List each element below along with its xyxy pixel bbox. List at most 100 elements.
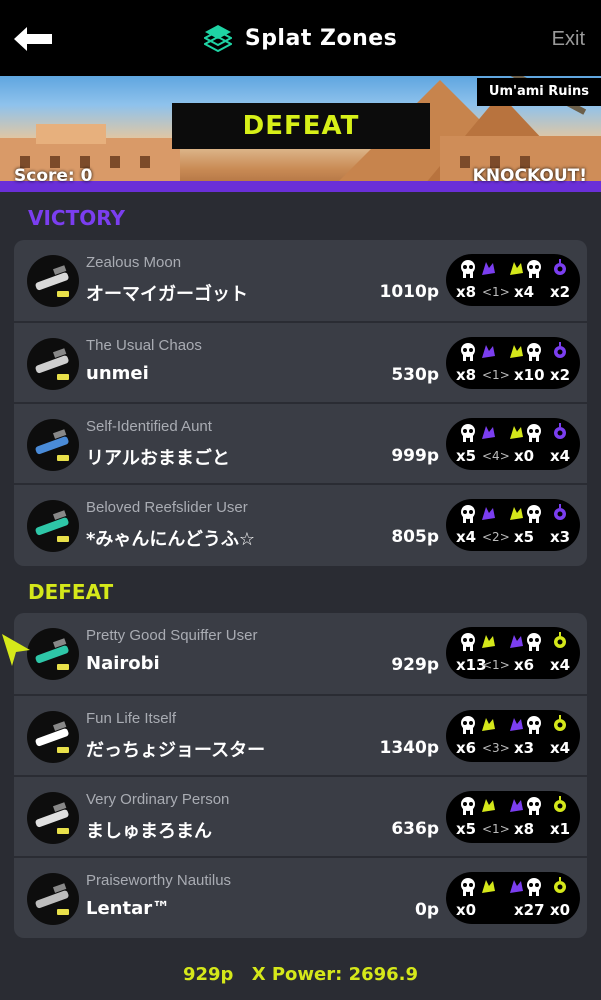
player-row[interactable]: Praiseworthy Nautilus Lentar™ 0p x0 x27 x0 [14,856,587,937]
player-title: Very Ordinary Person [86,791,230,808]
death-count: x0 [514,447,535,465]
kill-squid-icon [458,632,478,652]
assist-count: <1> [482,368,510,382]
death-squid-icon [524,259,544,279]
special-weapon-icon [550,342,570,362]
special-weapon-icon [550,796,570,816]
kill-squid-icon [458,715,478,735]
splat-icon [478,632,498,652]
player-name: *みゃんにんどうふ☆ [86,529,256,550]
player-points: 999p [391,446,439,466]
kill-count: x5 [456,447,477,465]
death-splat-icon [506,715,526,735]
player-stats: x13 <1> x6 x4 [446,627,580,679]
player-points: 929p [391,655,439,675]
death-splat-icon [506,504,526,524]
death-count: x5 [514,528,535,546]
death-count: x27 [514,901,545,919]
player-stats: x8 <1> x4 x2 [446,254,580,306]
kill-squid-icon [458,342,478,362]
weapon-icon [27,500,79,552]
player-stats: x6 <3> x3 x4 [446,710,580,762]
special-weapon-icon [550,259,570,279]
special-count: x1 [550,820,571,838]
kill-squid-icon [458,877,478,897]
special-weapon-icon [550,632,570,652]
death-squid-icon [524,423,544,443]
player-stats: x0 x27 x0 [446,872,580,924]
score-text: Score: 0 [14,166,93,186]
player-points: 929p [182,964,234,985]
player-summary: 929p X Power: 2696.9 [0,964,601,985]
splat-icon [478,504,498,524]
kill-count: x4 [456,528,477,546]
assist-count: <4> [482,449,510,463]
player-title: The Usual Chaos [86,337,202,354]
player-title: Fun Life Itself [86,710,177,727]
weapon-icon [27,792,79,844]
player-points: 1010p [379,282,439,302]
player-row[interactable]: Zealous Moon オーマイガーゴット 1010p x8 <1> x4 x2 [14,240,587,321]
victory-label: VICTORY [28,206,126,230]
special-weapon-icon [550,504,570,524]
player-name: Lentar™ [86,898,171,919]
defeat-label: DEFEAT [28,580,114,604]
assist-count: <1> [482,822,510,836]
splat-icon [478,796,498,816]
special-count: x0 [550,901,571,919]
banner-window [140,156,150,168]
player-points: 636p [391,819,439,839]
kill-squid-icon [458,423,478,443]
weapon-icon [27,711,79,763]
player-title: Pretty Good Squiffer User [86,627,258,644]
player-stats: x5 <4> x0 x4 [446,418,580,470]
death-count: x6 [514,656,535,674]
kill-count: x8 [456,283,477,301]
death-squid-icon [524,632,544,652]
player-name: だっちょジョースター [86,740,266,761]
special-count: x4 [550,739,571,757]
player-row[interactable]: Self-Identified Aunt リアルおままごと 999p x5 <4> x0 x… [14,402,587,483]
weapon-icon [27,873,79,925]
splat-zones-icon [202,24,233,53]
player-stats: x4 <2> x5 x3 [446,499,580,551]
assist-count: <2> [482,530,510,544]
player-title: Self-Identified Aunt [86,418,212,435]
exit-button[interactable]: Exit [552,28,585,51]
death-squid-icon [524,504,544,524]
death-splat-icon [506,877,526,897]
death-count: x10 [514,366,545,384]
death-splat-icon [506,632,526,652]
kill-squid-icon [458,504,478,524]
player-stats: x5 <1> x8 x1 [446,791,580,843]
splat-icon [478,342,498,362]
player-row[interactable]: Beloved Reefslider User *みゃんにんどうふ☆ 805p x4 <… [14,483,587,564]
assist-count: <1> [482,285,510,299]
player-row[interactable]: Pretty Good Squiffer User Nairobi 929p x13 <… [14,613,587,694]
victory-team-panel: Zealous Moon オーマイガーゴット 1010p x8 <1> x4 x2 The U… [14,240,587,566]
kill-count: x0 [456,901,477,919]
weapon-icon [27,419,79,471]
assist-count: <3> [482,741,510,755]
player-points: 0p [415,900,439,920]
stage-name: Um'ami Ruins [476,78,601,106]
page-title: Splat Zones [244,25,398,51]
kill-squid-icon [458,259,478,279]
player-stats: x8 <1> x10 x2 [446,337,580,389]
kill-squid-icon [458,796,478,816]
player-row[interactable]: The Usual Chaos unmei 530p x8 <1> x10 x2 [14,321,587,402]
player-points: 1340p [379,738,439,758]
banner-building [36,124,106,144]
death-squid-icon [524,342,544,362]
weapon-icon [27,255,79,307]
defeat-team-panel: Pretty Good Squiffer User Nairobi 929p x13 <… [14,613,587,938]
player-name: unmei [86,363,149,384]
player-row[interactable]: Very Ordinary Person ましゅまろまん 636p x5 <1> x8 x1 [14,775,587,856]
kill-count: x6 [456,739,477,757]
banner-window [460,156,470,168]
special-weapon-icon [550,877,570,897]
death-count: x4 [514,283,535,301]
player-points: 530p [391,365,439,385]
player-row[interactable]: Fun Life Itself だっちょジョースター 1340p x6 <3> x3 x4 [14,694,587,775]
death-splat-icon [506,259,526,279]
